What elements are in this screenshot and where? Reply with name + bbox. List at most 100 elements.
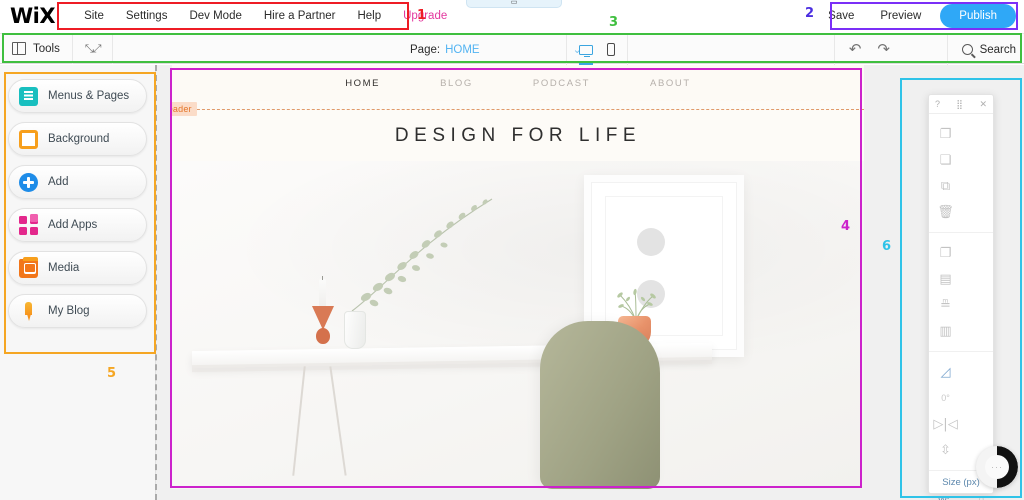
hero-photo[interactable] [172, 161, 864, 489]
publish-button[interactable]: Publish [940, 4, 1016, 28]
desktop-icon [579, 44, 593, 57]
size-width-row[interactable]: W: 0 [929, 492, 993, 500]
annotation-number-5: 5 [107, 366, 117, 381]
duplicate-button[interactable]: ⧉ [929, 173, 962, 199]
top-menu-bar: WiX Site Settings Dev Mode Hire a Partne… [0, 0, 1024, 32]
distribute-horizontal-icon: ≞ [940, 297, 951, 313]
blog-pen-icon [19, 301, 38, 321]
wix-editor-window: WiX Site Settings Dev Mode Hire a Partne… [0, 0, 1024, 500]
sidebar-label: Background [48, 133, 110, 145]
size-width-value: 0 [979, 495, 984, 500]
background-icon [19, 129, 38, 149]
site-canvas[interactable]: HOME BLOG PODCAST ABOUT DESIGN FOR LIFE [156, 65, 1024, 500]
rotate-degrees: 0° [941, 393, 950, 403]
menu-item-site[interactable]: Site [73, 6, 115, 26]
collapse-group[interactable]: ⤡⤢ [73, 33, 114, 64]
drag-handle-icon[interactable]: ⣿ [956, 99, 963, 110]
page-label: Page: [410, 43, 441, 56]
media-photos-icon [19, 256, 38, 278]
site-nav-blog[interactable]: BLOG [440, 78, 473, 89]
align-button[interactable]: ▤ [929, 266, 962, 292]
delete-trash-icon: 🗑 [937, 204, 954, 220]
delete-button[interactable]: 🗑 [929, 199, 962, 225]
sidebar-label: Media [48, 262, 80, 274]
hero-title[interactable]: DESIGN FOR LIFE [172, 125, 864, 147]
search-label: Search [979, 43, 1016, 56]
page-name: HOME [445, 43, 480, 56]
sidebar-item-add[interactable]: Add [8, 165, 147, 199]
copy-button[interactable]: ❐ [929, 121, 962, 147]
close-icon[interactable]: ✕ [979, 99, 987, 110]
desktop-view-button[interactable] [579, 34, 593, 65]
sidebar-item-background[interactable]: Background [8, 122, 147, 156]
site-preview[interactable]: HOME BLOG PODCAST ABOUT DESIGN FOR LIFE [172, 65, 864, 489]
annotation-number-6: 6 [882, 239, 892, 254]
annotation-number-3: 3 [609, 15, 619, 30]
tools-label: Tools [33, 42, 60, 55]
glass-vase [344, 311, 366, 349]
search-button[interactable]: Search [946, 34, 1016, 65]
undo-redo-group: ↶ ↷ [833, 34, 904, 65]
annotation-number-4: 4 [841, 219, 851, 234]
redo-arrow-icon[interactable]: ↷ [877, 42, 890, 57]
top-actions: Save Preview Publish [815, 4, 1016, 28]
wix-logo[interactable]: WiX [10, 4, 56, 28]
top-menu-items: Site Settings Dev Mode Hire a Partner He… [73, 6, 458, 26]
float-panel-header: ? ⣿ ✕ [929, 95, 993, 114]
page-selector[interactable]: Page: HOME ⌄ [410, 34, 582, 65]
sage-chair [540, 321, 660, 489]
sidebar-label: Menus & Pages [48, 90, 130, 102]
mobile-view-button[interactable] [607, 34, 615, 65]
sidebar-item-add-apps[interactable]: Add Apps [8, 208, 147, 242]
flip-vertical-button[interactable]: ⇳ [929, 437, 962, 463]
site-nav-home[interactable]: HOME [345, 78, 380, 89]
clipboard-actions: ❐ ❏ ⧉ 🗑 [929, 114, 993, 233]
distribute-h-button[interactable]: ≞ [929, 292, 962, 318]
help-icon[interactable]: ? [935, 99, 940, 109]
sidebar-label: Add [48, 176, 69, 188]
sidebar-label: My Blog [48, 305, 90, 317]
terracotta-candle-holder [312, 306, 334, 348]
viewmode-switch [566, 34, 628, 65]
sidebar-item-menus-and-pages[interactable]: Menus & Pages [8, 79, 147, 113]
eucalyptus-branch [351, 198, 493, 312]
white-candle [319, 276, 326, 309]
menu-item-hire-a-partner[interactable]: Hire a Partner [253, 6, 347, 26]
paste-button[interactable]: ❏ [929, 147, 962, 173]
tab-handle-icon: ▭ [510, 0, 518, 6]
site-nav-about[interactable]: ABOUT [650, 78, 691, 89]
sidebar-list: Menus & Pages Background Add Add Apps Me… [0, 65, 155, 328]
rotate-button[interactable]: ◿ [929, 359, 962, 385]
arrange-button[interactable]: ❐ [929, 240, 962, 266]
frame-circle-top [637, 228, 665, 256]
rotate-angle-icon: ◿ [940, 364, 951, 380]
align-left-icon: ▤ [939, 271, 952, 287]
more-options-button[interactable]: ··· [976, 446, 1018, 488]
arrange-layers-icon: ❐ [939, 245, 952, 261]
search-icon [961, 44, 973, 55]
menu-item-settings[interactable]: Settings [115, 6, 179, 26]
left-sidebar: Menus & Pages Background Add Add Apps Me… [0, 65, 156, 500]
float-panel: ? ⣿ ✕ ❐ ❏ ⧉ 🗑 ❐ ▤ ≞ ▥ ◿ 0° ▷|◁ ⇳ Size (p… [928, 94, 994, 500]
rotate-value: 0° [929, 385, 962, 411]
distribute-v-button[interactable]: ▥ [929, 318, 962, 344]
preview-button[interactable]: Preview [867, 5, 934, 27]
header-guide-line [172, 109, 864, 110]
menu-item-dev-mode[interactable]: Dev Mode [178, 6, 252, 26]
panel-icon [12, 41, 26, 55]
menu-item-help[interactable]: Help [346, 6, 392, 26]
sidebar-item-media[interactable]: Media [8, 251, 147, 285]
save-button[interactable]: Save [815, 5, 867, 27]
add-plus-icon [19, 172, 38, 192]
mobile-icon [607, 43, 615, 56]
tools-group[interactable]: Tools [0, 33, 73, 64]
site-nav-podcast[interactable]: PODCAST [533, 78, 590, 89]
copy-icon: ❐ [939, 126, 952, 142]
flip-vertical-icon: ⇳ [940, 442, 951, 458]
sidebar-item-my-blog[interactable]: My Blog [8, 294, 147, 328]
flip-horizontal-button[interactable]: ▷|◁ [929, 411, 962, 437]
collapsed-tab[interactable]: ▭ [466, 0, 562, 8]
undo-arrow-icon[interactable]: ↶ [849, 42, 862, 57]
paste-icon: ❏ [939, 152, 952, 168]
duplicate-icon: ⧉ [940, 178, 951, 194]
